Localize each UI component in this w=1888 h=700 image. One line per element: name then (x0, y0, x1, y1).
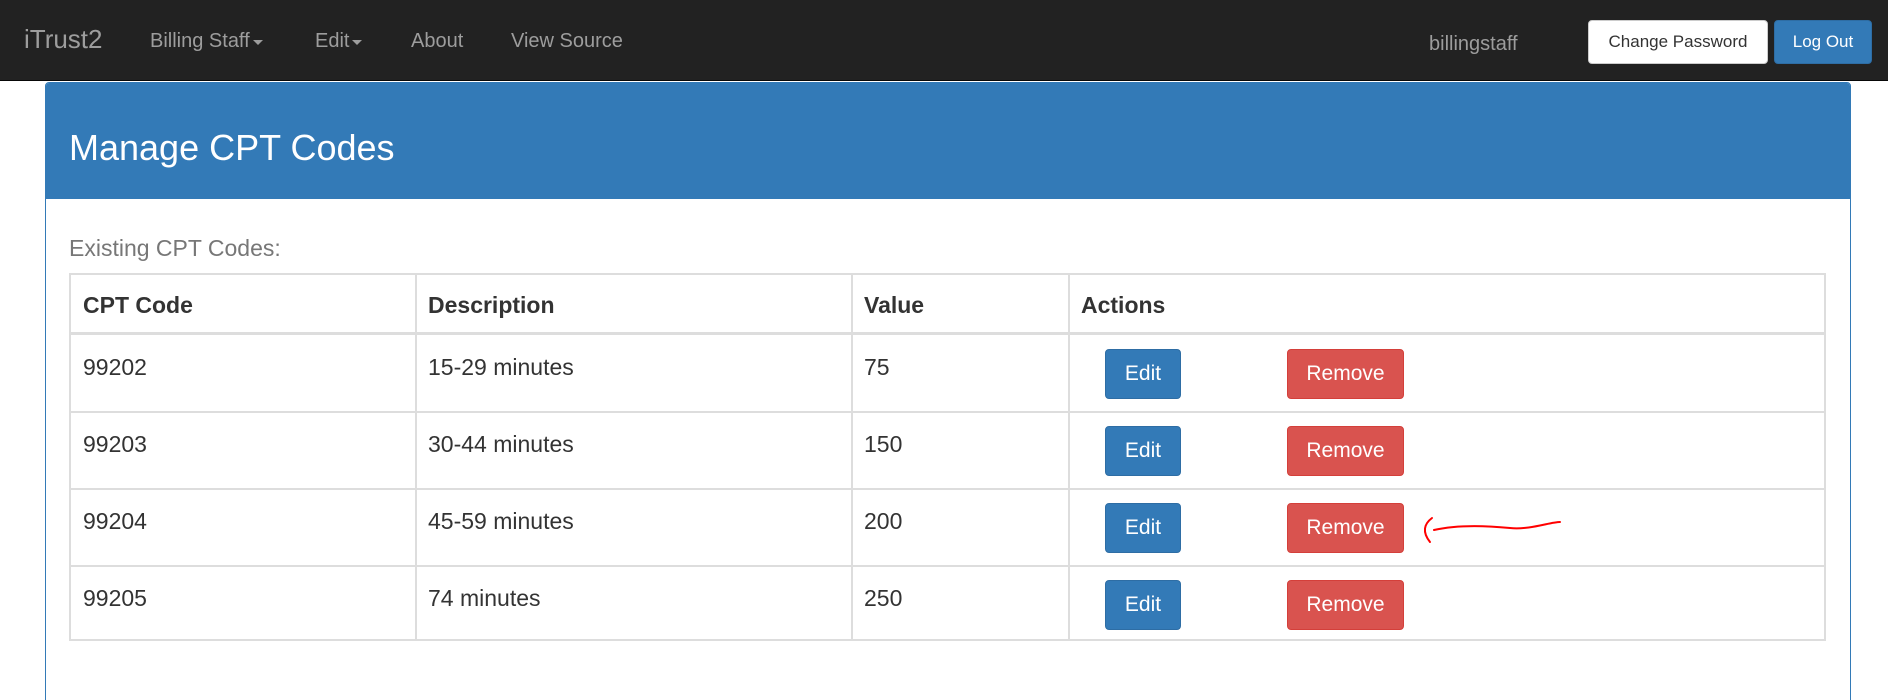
header-cpt-code: CPT Code (83, 292, 193, 318)
nav-edit-dropdown[interactable]: Edit (315, 30, 363, 53)
cell-description: 15-29 minutes (428, 354, 574, 380)
page-title: Manage CPT Codes (69, 127, 395, 168)
table-caption: Existing CPT Codes: (69, 235, 281, 261)
nav-about-label: About (411, 30, 464, 52)
change-password-button[interactable]: Change Password (1588, 20, 1768, 64)
cpt-codes-table: CPT Code Description Value Actions 99202… (69, 273, 1826, 641)
header-description: Description (428, 292, 555, 318)
caret-down-icon (352, 40, 363, 45)
cell-description: 45-59 minutes (428, 508, 574, 534)
panel-heading: Manage CPT Codes (46, 83, 1850, 199)
cell-description: 74 minutes (428, 585, 541, 611)
table-header-row: CPT Code Description Value Actions (71, 275, 1824, 335)
top-navbar: iTrust2 Billing Staff Edit About View So… (0, 0, 1888, 81)
nav-billing-staff-label: Billing Staff (150, 30, 250, 52)
nav-view-source-link[interactable]: View Source (511, 30, 623, 53)
edit-button[interactable]: Edit (1105, 426, 1181, 476)
cell-description: 30-44 minutes (428, 431, 574, 457)
edit-button[interactable]: Edit (1105, 503, 1181, 553)
header-value: Value (864, 292, 925, 318)
cell-cpt-code: 99204 (83, 508, 147, 534)
caret-down-icon (252, 40, 263, 45)
nav-edit-label: Edit (315, 30, 350, 52)
cell-cpt-code: 99202 (83, 354, 147, 380)
logout-button[interactable]: Log Out (1774, 20, 1872, 64)
header-actions: Actions (1081, 292, 1166, 318)
arrow-annotation-icon (1424, 517, 1561, 543)
cell-value: 250 (864, 585, 903, 611)
nav-view-source-label: View Source (511, 30, 623, 52)
edit-button[interactable]: Edit (1105, 349, 1181, 399)
table-row: 99203 30-44 minutes 150 Edit Remove (71, 413, 1824, 490)
remove-button[interactable]: Remove (1287, 426, 1404, 476)
cell-value: 75 (864, 354, 890, 380)
cell-cpt-code: 99205 (83, 585, 147, 611)
cell-value: 150 (864, 431, 903, 457)
remove-button[interactable]: Remove (1287, 503, 1404, 553)
table-row: 99202 15-29 minutes 75 Edit Remove (71, 336, 1824, 413)
table-row: 99205 74 minutes 250 Edit Remove (71, 567, 1824, 644)
remove-button[interactable]: Remove (1287, 580, 1404, 630)
remove-button[interactable]: Remove (1287, 349, 1404, 399)
cell-cpt-code: 99203 (83, 431, 147, 457)
edit-button[interactable]: Edit (1105, 580, 1181, 630)
username-label: billingstaff (1429, 33, 1518, 55)
nav-billing-staff-dropdown[interactable]: Billing Staff (150, 30, 263, 53)
cell-value: 200 (864, 508, 903, 534)
brand-logo[interactable]: iTrust2 (24, 24, 103, 55)
nav-about-link[interactable]: About (411, 30, 463, 53)
